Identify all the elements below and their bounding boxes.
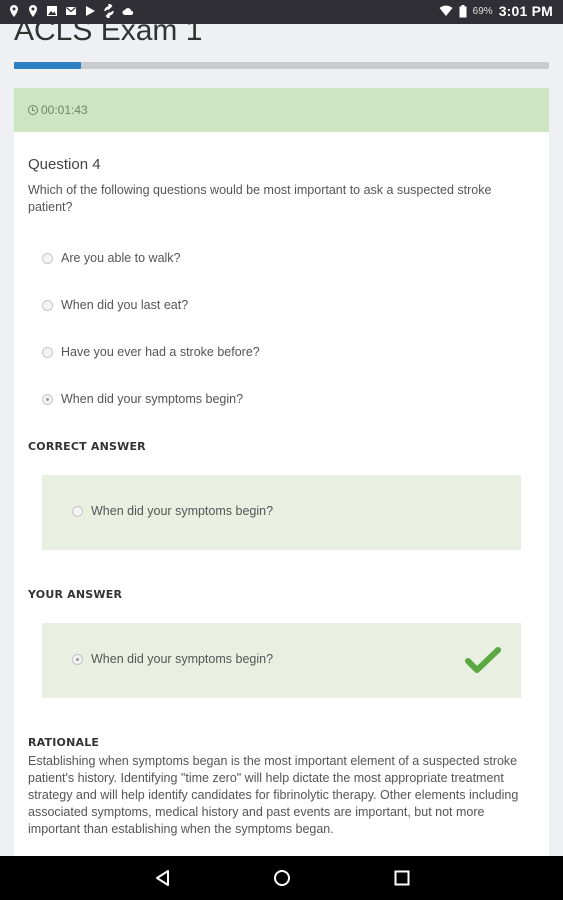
question-number: Question 4: [28, 156, 101, 173]
your-answer-heading: YOUR ANSWER: [28, 588, 123, 601]
play-icon: [86, 6, 95, 16]
image-icon: [47, 6, 57, 16]
option-label: When did your symptoms begin?: [61, 392, 244, 406]
rationale-text: Establishing when symptoms began is the …: [28, 754, 519, 836]
radio-button-selected[interactable]: [42, 393, 53, 405]
radio-button-selected: [72, 653, 83, 665]
clock-icon: [28, 105, 38, 115]
status-bar: 69% 3:01 PM: [0, 0, 563, 24]
answer-option[interactable]: Have you ever had a stroke before?: [42, 345, 260, 359]
wifi-icon: [439, 5, 453, 16]
recents-icon[interactable]: [393, 869, 411, 887]
your-answer-option: When did your symptoms begin?: [72, 652, 273, 666]
option-label: When did you last eat?: [61, 298, 189, 312]
back-icon[interactable]: [154, 869, 172, 887]
radio-button: [72, 505, 83, 517]
system-status: 69% 3:01 PM: [439, 3, 553, 19]
cloud-icon: [122, 8, 134, 15]
battery-percent: 69%: [472, 5, 493, 17]
correct-answer-box: When did your symptoms begin?: [42, 475, 521, 550]
navigation-bar: [0, 856, 563, 900]
your-answer-box: When did your symptoms begin?: [42, 623, 521, 698]
timer-banner: 00:01:43: [14, 88, 549, 132]
correct-answer-option: When did your symptoms begin?: [72, 504, 273, 518]
checkmark-icon: [465, 647, 501, 673]
radio-button[interactable]: [42, 252, 53, 264]
question-text: Which of the following questions would b…: [28, 183, 492, 214]
correct-answer-heading: CORRECT ANSWER: [28, 440, 146, 453]
option-label: Are you able to walk?: [61, 251, 181, 265]
home-icon[interactable]: [273, 869, 291, 887]
answer-option[interactable]: Are you able to walk?: [42, 251, 181, 265]
location-pin-icon: [10, 5, 18, 17]
page-title: ACLS Exam 1: [14, 24, 203, 47]
radio-button[interactable]: [42, 299, 53, 311]
location-pin-icon: [29, 5, 37, 17]
exam-progress-bar: [14, 62, 549, 69]
exam-page: ACLS Exam 1 00:01:43 Question 4 Which of…: [0, 24, 563, 856]
sync-icon: [104, 4, 114, 18]
gmail-icon: [66, 7, 76, 15]
option-label: Have you ever had a stroke before?: [61, 345, 260, 359]
timer-value: 00:01:43: [41, 103, 88, 117]
question-card: Question 4 Which of the following questi…: [14, 132, 549, 856]
notification-icons: [8, 4, 134, 18]
exam-progress-fill: [14, 62, 81, 69]
clock-time: 3:01 PM: [498, 3, 553, 19]
answer-option[interactable]: When did you last eat?: [42, 298, 188, 312]
answer-option[interactable]: When did your symptoms begin?: [42, 392, 243, 406]
your-answer-label: When did your symptoms begin?: [91, 652, 274, 666]
correct-answer-label: When did your symptoms begin?: [91, 504, 274, 518]
radio-button[interactable]: [42, 346, 53, 358]
battery-icon: [459, 4, 467, 17]
rationale-heading: RATIONALE: [28, 736, 100, 749]
